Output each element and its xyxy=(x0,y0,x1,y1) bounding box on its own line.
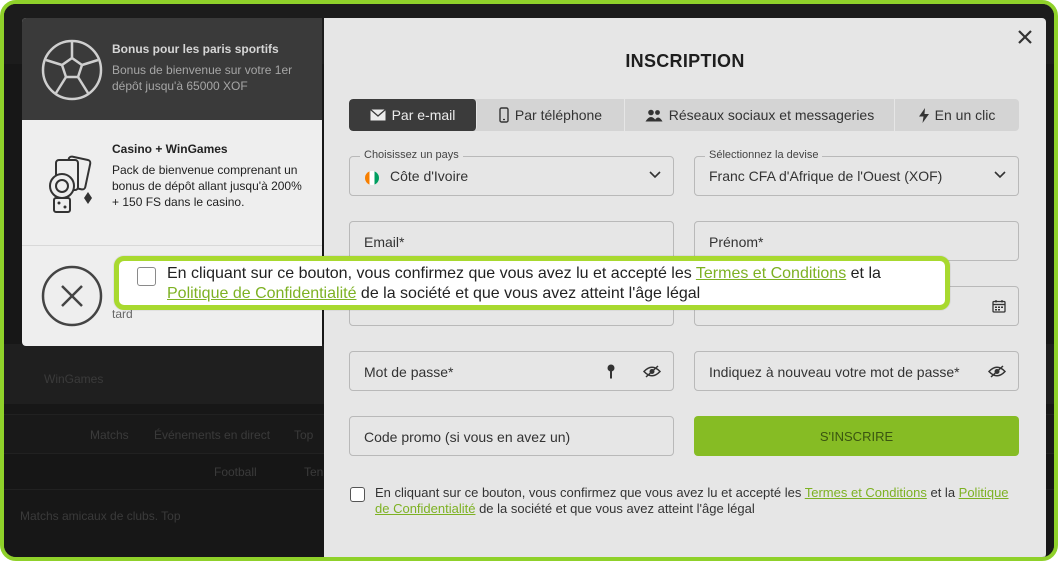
terms-consent: En cliquant sur ce bouton, vous confirme… xyxy=(350,485,1020,517)
modal-title: INSCRIPTION xyxy=(625,51,745,71)
bonus-option-sports[interactable]: Bonus pour les paris sportifs Bonus de b… xyxy=(22,18,322,120)
firstname-field[interactable]: Prénom* xyxy=(694,221,1019,261)
terms-link[interactable]: Termes et Conditions xyxy=(696,265,846,282)
bonus-casino-title: Casino + WinGames xyxy=(112,142,228,156)
terms-text-middle: et la xyxy=(846,265,881,282)
users-icon xyxy=(645,109,663,121)
email-placeholder: Email* xyxy=(364,234,405,250)
promo-placeholder: Code promo (si vous en avez un) xyxy=(364,429,571,445)
close-circle-icon xyxy=(41,265,103,327)
screenshot-frame: WinGames Matchs Événements en direct Top… xyxy=(0,0,1058,561)
promo-code-field[interactable]: Code promo (si vous en avez un) xyxy=(349,416,674,456)
eye-off-icon[interactable] xyxy=(643,365,661,378)
tab-phone[interactable]: Par téléphone xyxy=(477,99,625,131)
email-field[interactable]: Email* xyxy=(349,221,674,261)
close-icon[interactable] xyxy=(1014,26,1036,48)
country-select[interactable]: Choisissez un pays Côte d'Ivoire xyxy=(349,149,674,196)
terms-text-before: En cliquant sur ce bouton, vous confirme… xyxy=(375,485,805,500)
chevron-down-icon xyxy=(649,171,661,179)
password-field[interactable]: Mot de passe* xyxy=(349,351,674,391)
terms-text-after: de la société et que vous avez atteint l… xyxy=(475,501,755,516)
terms-text-middle: et la xyxy=(926,485,959,500)
tab-one-click-label: En un clic xyxy=(934,107,996,123)
password-repeat-placeholder: Indiquez à nouveau votre mot de passe* xyxy=(709,364,960,380)
currency-value: Franc CFA d'Afrique de l'Ouest (XOF) xyxy=(709,168,943,184)
tab-social[interactable]: Réseaux sociaux et messageries xyxy=(625,99,895,131)
soccer-ball-icon xyxy=(41,39,103,101)
tab-one-click[interactable]: En un clic xyxy=(895,99,1019,131)
country-value: Côte d'Ivoire xyxy=(390,168,469,184)
lightning-icon xyxy=(918,107,929,123)
country-label: Choisissez un pays xyxy=(360,149,463,161)
privacy-link[interactable]: Politique de Confidentialité xyxy=(167,285,356,302)
calendar-icon[interactable] xyxy=(992,299,1006,313)
terms-link[interactable]: Termes et Conditions xyxy=(805,485,927,500)
tab-phone-label: Par téléphone xyxy=(514,107,603,123)
register-button[interactable]: S'INSCRIRE xyxy=(694,416,1019,456)
terms-highlight-callout: En cliquant sur ce bouton, vous confirme… xyxy=(114,256,950,310)
casino-chips-cards-icon xyxy=(49,155,92,213)
envelope-icon xyxy=(369,109,386,121)
phone-icon xyxy=(499,107,509,123)
bonus-sports-title: Bonus pour les paris sportifs xyxy=(112,42,279,56)
bonus-option-casino[interactable]: Casino + WinGames Pack de bienvenue comp… xyxy=(22,120,322,246)
password-placeholder: Mot de passe* xyxy=(364,364,454,380)
tab-social-label: Réseaux sociaux et messageries xyxy=(668,107,875,123)
eye-off-icon[interactable] xyxy=(988,365,1006,378)
cote-divoire-flag-icon xyxy=(365,171,379,185)
terms-text-after: de la société et que vous avez atteint l… xyxy=(356,285,701,302)
bonus-casino-desc: Pack de bienvenue comprenant un bonus de… xyxy=(112,163,302,209)
tab-email[interactable]: Par e-mail xyxy=(349,99,477,131)
currency-label: Sélectionnez la devise xyxy=(705,149,823,161)
bonus-sports-desc: Bonus de bienvenue sur votre 1er dépôt j… xyxy=(112,63,293,93)
chevron-down-icon xyxy=(994,171,1006,179)
tab-email-label: Par e-mail xyxy=(391,107,456,123)
password-repeat-field[interactable]: Indiquez à nouveau votre mot de passe* xyxy=(694,351,1019,391)
terms-checkbox-zoomed[interactable] xyxy=(137,267,156,286)
terms-text-before: En cliquant sur ce bouton, vous confirme… xyxy=(167,265,696,282)
registration-tabs: Par e-mail Par téléphone Réseaux sociaux… xyxy=(349,99,1019,131)
terms-text: En cliquant sur ce bouton, vous confirme… xyxy=(375,485,1020,517)
currency-select[interactable]: Sélectionnez la devise Franc CFA d'Afriq… xyxy=(694,149,1019,196)
terms-checkbox[interactable] xyxy=(350,487,365,502)
key-icon[interactable] xyxy=(607,364,615,379)
firstname-placeholder: Prénom* xyxy=(709,234,764,250)
terms-text-zoomed: En cliquant sur ce bouton, vous confirme… xyxy=(167,264,945,304)
